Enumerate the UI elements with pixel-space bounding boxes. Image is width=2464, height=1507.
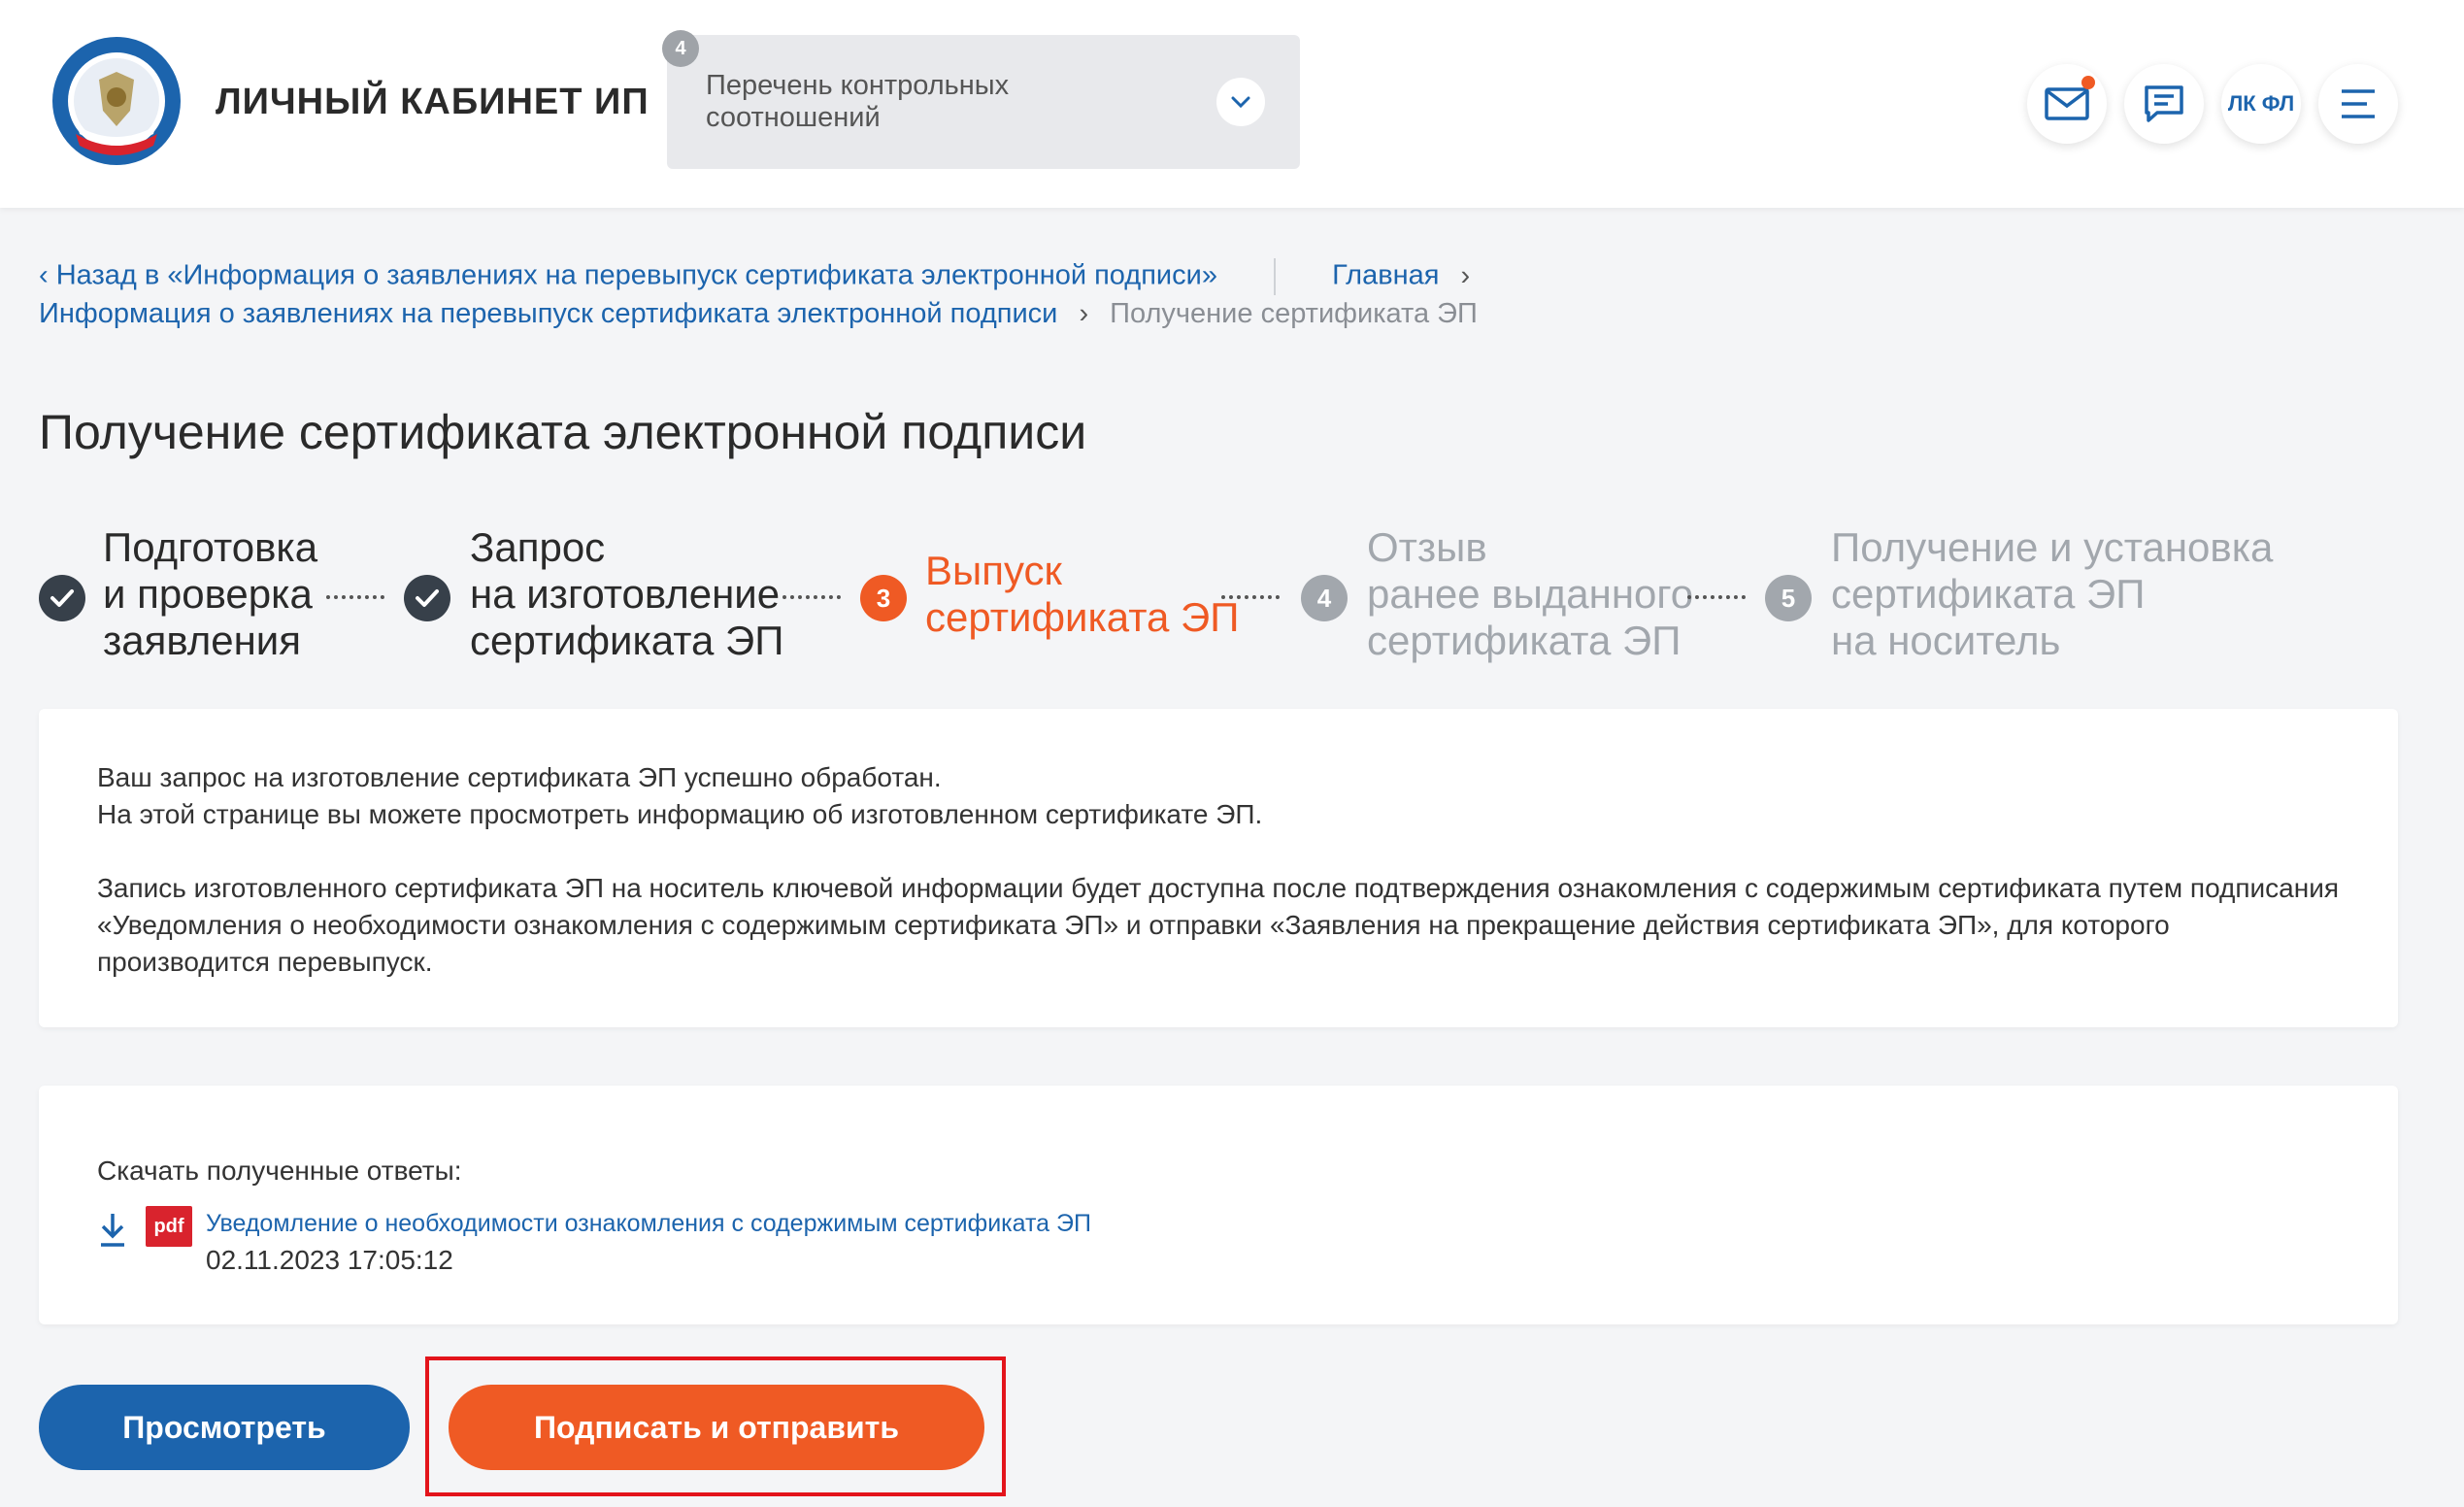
stepper: Подготовка и проверка заявления Запрос н… bbox=[0, 524, 2464, 670]
downloads-label: Скачать полученные ответы: bbox=[97, 1155, 462, 1186]
step-connector bbox=[1221, 595, 1280, 599]
step-2-label: Запрос на изготовление сертификата ЭП bbox=[470, 524, 784, 663]
chevron-right-icon: › bbox=[1079, 298, 1089, 329]
breadcrumb-divider bbox=[1274, 258, 1277, 295]
breadcrumb-current: Получение сертификата ЭП bbox=[1110, 298, 1478, 329]
notification-dot bbox=[2081, 76, 2095, 89]
back-arrow-icon[interactable]: ‹ bbox=[39, 260, 56, 291]
step-4-number-badge: 4 bbox=[1301, 575, 1348, 621]
home-link[interactable]: Главная bbox=[1332, 260, 1439, 291]
breadcrumb-row2: Информация о заявлениях на перевыпуск се… bbox=[39, 298, 1478, 330]
brand-title: ЛИЧНЫЙ КАБИНЕТ ИП bbox=[216, 82, 649, 122]
info-line-3: Запись изготовленного сертификата ЭП на … bbox=[97, 873, 2340, 977]
step-connector bbox=[1687, 595, 1746, 599]
lk-fl-button[interactable]: ЛК ФЛ bbox=[2221, 64, 2301, 144]
lk-fl-label: ЛК ФЛ bbox=[2227, 91, 2295, 116]
file-date: 02.11.2023 17:05:12 bbox=[206, 1245, 453, 1275]
menu-icon bbox=[2342, 89, 2375, 118]
view-button[interactable]: Просмотреть bbox=[39, 1385, 410, 1470]
back-link[interactable]: Назад в «Информация о заявлениях на пере… bbox=[56, 260, 1217, 291]
step-4-label: Отзыв ранее выданного сертификата ЭП bbox=[1367, 524, 1694, 663]
header: ЛИЧНЫЙ КАБИНЕТ ИП Перечень контрольных с… bbox=[0, 0, 2464, 208]
step-5-number-badge: 5 bbox=[1765, 575, 1812, 621]
page-title: Получение сертификата электронной подпис… bbox=[39, 404, 1087, 459]
info-line-2: На этой странице вы можете просмотреть и… bbox=[97, 799, 1263, 829]
parent-link[interactable]: Информация о заявлениях на перевыпуск се… bbox=[39, 298, 1057, 329]
dropdown-text: Перечень контрольных соотношений bbox=[706, 70, 1010, 133]
step-3-label: Выпуск сертификата ЭП bbox=[925, 548, 1240, 640]
dropdown-count-badge: 4 bbox=[662, 30, 699, 67]
downloads-card: Скачать полученные ответы: pdf Уведомлен… bbox=[39, 1086, 2398, 1324]
mail-button[interactable] bbox=[2027, 64, 2107, 144]
step-1-label: Подготовка и проверка заявления bbox=[103, 524, 318, 663]
step-connector bbox=[782, 595, 841, 599]
info-line-1: Ваш запрос на изготовление сертификата Э… bbox=[97, 762, 942, 792]
breadcrumb: ‹ Назад в «Информация о заявлениях на пе… bbox=[39, 258, 1483, 295]
step-3-number-badge: 3 bbox=[860, 575, 907, 621]
step-2-check-icon bbox=[404, 575, 450, 621]
control-ratios-dropdown[interactable]: Перечень контрольных соотношений bbox=[667, 35, 1300, 169]
highlight-frame bbox=[425, 1356, 1006, 1496]
fns-logo-icon[interactable] bbox=[49, 33, 184, 169]
step-1-check-icon bbox=[39, 575, 85, 621]
mail-icon bbox=[2045, 87, 2089, 120]
chevron-right-icon: › bbox=[1460, 259, 1471, 291]
info-card: Ваш запрос на изготовление сертификата Э… bbox=[39, 709, 2398, 1027]
step-5-label: Получение и установка сертификата ЭП на … bbox=[1831, 524, 2274, 663]
step-connector bbox=[326, 595, 384, 599]
download-icon[interactable] bbox=[97, 1210, 128, 1249]
chat-icon bbox=[2145, 85, 2183, 122]
file-link[interactable]: Уведомление о необходимости ознакомления… bbox=[206, 1210, 1091, 1238]
chevron-down-icon[interactable] bbox=[1216, 78, 1265, 126]
pdf-icon: pdf bbox=[146, 1206, 192, 1247]
chat-button[interactable] bbox=[2124, 64, 2204, 144]
menu-button[interactable] bbox=[2318, 64, 2398, 144]
